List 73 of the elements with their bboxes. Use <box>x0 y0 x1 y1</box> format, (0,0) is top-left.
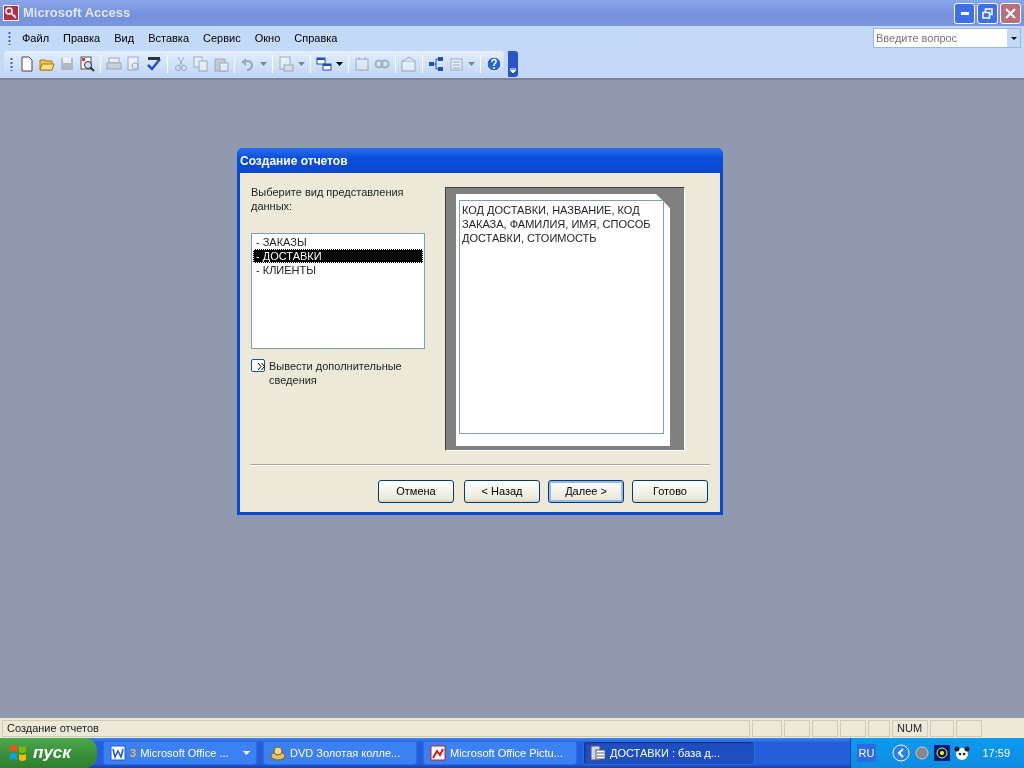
status-panel <box>930 719 954 737</box>
help-icon <box>486 56 502 72</box>
minimize-icon <box>960 11 969 15</box>
taskbar-button[interactable]: 3 Microsoft Office ... <box>103 741 257 765</box>
menu-item[interactable]: Файл <box>15 27 57 49</box>
language-indicator[interactable]: RU <box>856 743 877 763</box>
show-more-button[interactable] <box>251 359 265 372</box>
wizard-button[interactable]: Готово <box>632 480 708 503</box>
status-panel <box>812 719 838 737</box>
wizard-button[interactable]: Далее > <box>548 480 624 503</box>
menu-item[interactable]: Вид <box>107 27 142 49</box>
view-list-item[interactable]: - КЛИЕНТЫ <box>253 263 423 277</box>
spell-check-icon <box>146 56 162 72</box>
minimize-button[interactable] <box>954 2 975 24</box>
copy-icon <box>193 56 209 72</box>
magnifier-page-icon <box>79 56 95 72</box>
menu-item[interactable]: Окно <box>247 27 288 49</box>
restore-icon <box>982 7 993 19</box>
windows-flag-icon <box>8 744 28 762</box>
printer-icon <box>106 56 122 72</box>
status-indicator: NUM <box>892 719 928 737</box>
clipboard-icon <box>213 56 229 72</box>
database-window-icon <box>590 745 606 761</box>
window-count: 3 <box>130 745 137 761</box>
preview-text: КОД ДОСТАВКИ, НАЗВАНИЕ, КОД ЗАКАЗА, ФАМИЛИЯ, ИМЯ, СПОСОБ ДОСТАВКИ, СТОИМОСТЬ <box>462 204 651 244</box>
toolbar-grip[interactable] <box>8 31 11 45</box>
menu-item[interactable]: Вставка <box>141 27 196 49</box>
help-button[interactable] <box>484 53 504 75</box>
table-chart-icon <box>316 56 332 72</box>
restore-button[interactable] <box>977 2 998 24</box>
menu-item[interactable]: Правка <box>56 27 108 49</box>
status-panel <box>956 719 982 737</box>
menu-item[interactable]: Справка <box>287 27 345 49</box>
prompt-text: Выберите вид представления данных: <box>251 185 405 213</box>
toolbar-options-button[interactable] <box>508 51 518 77</box>
undo-arrow-icon <box>240 56 256 72</box>
page-icon <box>19 56 35 72</box>
view-list[interactable]: - ЗАКАЗЫ - ДОСТАВКИ - КЛИЕНТЫ <box>251 233 425 349</box>
close-icon <box>1005 7 1016 19</box>
folder-icon <box>39 56 55 72</box>
status-panel <box>784 719 810 737</box>
menu-item[interactable]: Сервис <box>196 27 248 49</box>
window-title: Microsoft Access <box>23 4 131 23</box>
wizard-button[interactable]: Отмена <box>378 480 454 503</box>
toolbar-grip[interactable] <box>10 57 13 71</box>
show-hidden-icons-icon[interactable] <box>892 744 911 762</box>
task-label: Microsoft Office Pictu... <box>450 745 563 761</box>
chevron-down-icon <box>510 68 516 73</box>
start-button[interactable]: пуск <box>0 738 97 768</box>
wizard-button[interactable]: < Назад <box>464 480 540 503</box>
taskbar-button[interactable]: ДОСТАВКИ : база д... <box>583 741 755 765</box>
dialog-title: Создание отчетов <box>240 152 348 170</box>
taskbar-button[interactable]: DVD Золотая колле... <box>263 741 417 765</box>
task-label: Microsoft Office ... <box>140 745 229 761</box>
page-magnifier-icon <box>126 56 142 72</box>
status-text: Создание отчетов <box>7 720 99 736</box>
status-panel <box>752 719 782 737</box>
clock: 17:59 <box>982 745 1010 761</box>
panda-icon[interactable] <box>954 745 971 761</box>
document-w-icon <box>110 745 126 761</box>
new-object-icon <box>448 56 464 72</box>
task-label: DVD Золотая колле... <box>290 745 401 761</box>
view-list-item[interactable]: - ЗАКАЗЫ <box>253 235 423 249</box>
view-list-item[interactable]: - ДОСТАВКИ <box>253 249 423 263</box>
status-panel <box>868 719 890 737</box>
relationships-icon <box>428 56 444 72</box>
status-panel <box>840 719 866 737</box>
taskbar-button[interactable]: Microsoft Office Pictu... <box>423 741 577 765</box>
double-chevron-icon <box>258 363 265 371</box>
scissors-icon <box>173 56 189 72</box>
show-more-label: Вывести дополнительные сведения <box>269 359 403 387</box>
task-label: ДОСТАВКИ : база д... <box>610 745 720 761</box>
close-button[interactable] <box>1000 2 1021 24</box>
